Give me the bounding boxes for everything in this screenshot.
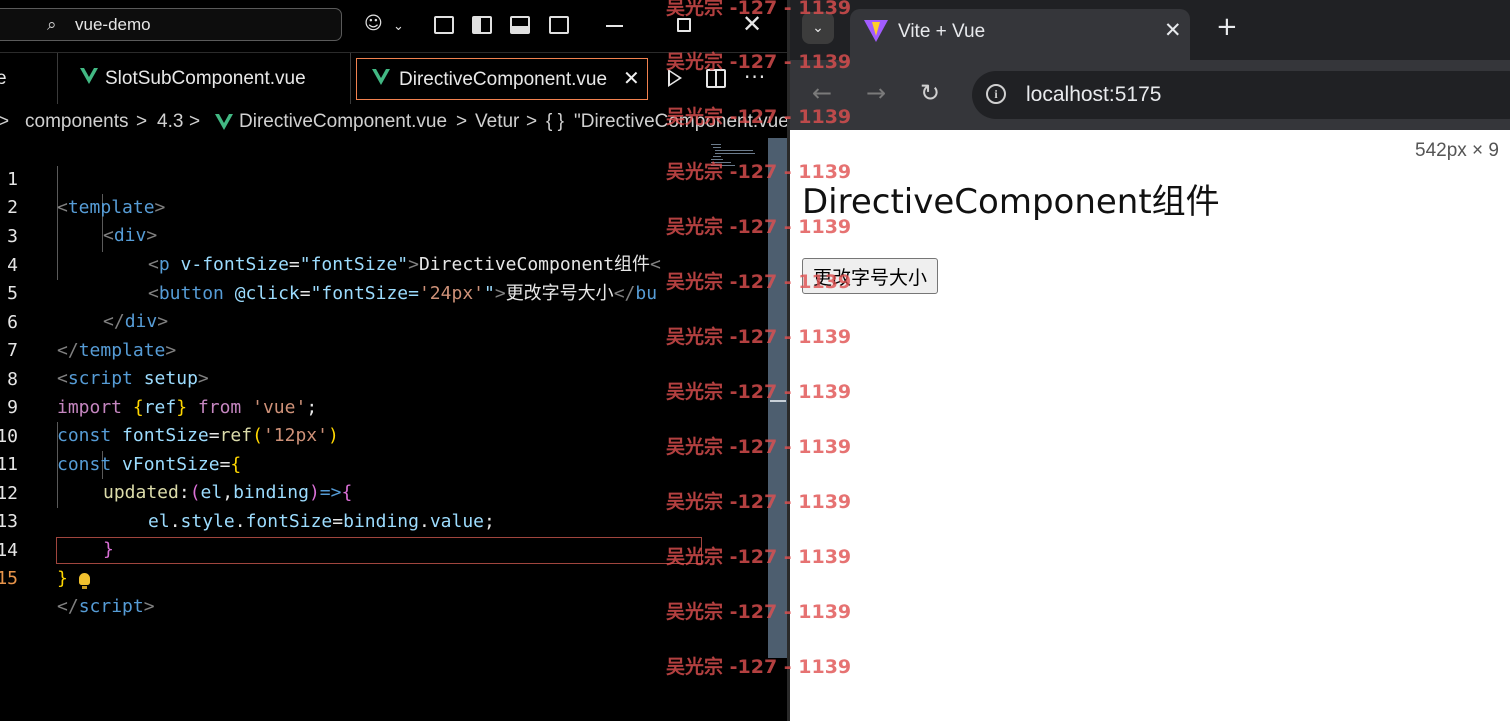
watermark-text: 吴光宗 -127 - 1139 [666, 656, 852, 678]
vite-logo-icon [864, 20, 888, 42]
tab-label: e [0, 68, 7, 89]
chevron-down-icon[interactable]: ⌄ [393, 17, 404, 37]
close-tab-icon[interactable]: ✕ [623, 66, 640, 91]
breadcrumb-separator: > [0, 111, 10, 132]
breadcrumb-item-vetur[interactable]: Vetur [475, 111, 519, 133]
code-line: 4 <button @click="fontSize='24px'">更改字号大… [0, 224, 768, 304]
watermark-text: 吴光宗 -127 - 1139 [666, 436, 852, 458]
code-line: 7 <script setup> [0, 309, 768, 389]
tab-label: DirectiveComponent.vue [399, 69, 608, 90]
tab-directivecomponent[interactable]: DirectiveComponent.vue ✕ [356, 58, 648, 100]
code-editor[interactable]: 1 <template> 2 <div> 3 <p v-fontSize="fo… [0, 138, 768, 721]
watermark-text: 吴光宗 -127 - 1139 [666, 51, 852, 73]
address-bar[interactable]: i localhost:5175 [972, 71, 1510, 119]
code-line: 14 } [0, 509, 768, 589]
customize-layout-icon[interactable] [434, 16, 454, 34]
workspace-name: vue-demo [75, 15, 151, 34]
code-line: 5 </div> [0, 252, 768, 332]
code-line: 6 </template> [0, 281, 768, 361]
browser-toolbar: ← → ↻ i localhost:5175 [790, 60, 1510, 130]
watermark-text: 吴光宗 -127 - 1139 [666, 491, 852, 513]
lightbulb-icon[interactable] [78, 573, 90, 589]
watermark-text: 吴光宗 -127 - 1139 [666, 161, 852, 183]
browser-window: ⌄ Vite + Vue ✕ + ← → ↻ i localhost:5175 … [790, 0, 1510, 721]
watermark-text: 吴光宗 -127 - 1139 [666, 106, 852, 128]
code-line: 1 <template> [0, 138, 768, 218]
watermark-text: 吴光宗 -127 - 1139 [666, 0, 852, 19]
toggle-secondary-sidebar-icon[interactable] [549, 16, 569, 34]
braces-icon: { } [546, 111, 564, 132]
watermark-text: 吴光宗 -127 - 1139 [666, 271, 852, 293]
code-line: 3 <p v-fontSize="fontSize">DirectiveComp… [0, 195, 768, 275]
watermark-text: 吴光宗 -127 - 1139 [666, 326, 852, 348]
toggle-panel-icon[interactable] [510, 16, 530, 34]
tab-separator [350, 53, 351, 104]
breadcrumb-item-components[interactable]: components [25, 111, 129, 133]
code-line: 11 updated:(el,binding)=>{ [0, 423, 768, 503]
page-viewport: 542px × 9 DirectiveComponent组件 更改字号大小 [790, 130, 1510, 721]
code-line: 12 el.style.fontSize=binding.value; [0, 452, 768, 532]
reload-icon[interactable]: ↻ [920, 78, 940, 108]
tab-partial[interactable]: e [0, 53, 57, 104]
page-heading: DirectiveComponent组件 [802, 182, 1220, 222]
watermark-text: 吴光宗 -127 - 1139 [666, 381, 852, 403]
toggle-primary-sidebar-icon[interactable] [472, 16, 492, 34]
line-number: 15 [0, 568, 18, 589]
maximize-icon[interactable] [677, 18, 691, 32]
code-line: 8 import {ref} from 'vue'; [0, 338, 768, 418]
watermark-text: 吴光宗 -127 - 1139 [666, 546, 852, 568]
code-line: 10 const vFontSize={ [0, 395, 768, 475]
watermark-text: 吴光宗 -127 - 1139 [666, 216, 852, 238]
new-tab-icon[interactable]: + [1216, 12, 1238, 42]
browser-tab-title: Vite + Vue [898, 21, 986, 42]
browser-tab-strip: ⌄ Vite + Vue ✕ + [790, 0, 1510, 60]
vue-file-icon [80, 68, 98, 84]
viewport-size-indicator: 542px × 9 [1415, 140, 1499, 161]
browser-tab[interactable]: Vite + Vue ✕ [850, 9, 1190, 60]
vue-file-icon [372, 69, 390, 85]
breadcrumb-separator: > [456, 111, 468, 132]
code-line: 2 <div> [0, 166, 768, 246]
vue-file-icon [215, 114, 233, 130]
watermark-text: 吴光宗 -127 - 1139 [666, 601, 852, 623]
breadcrumb-item-4-3[interactable]: 4.3 [157, 111, 183, 133]
breadcrumb-separator: > [189, 111, 201, 132]
minimize-icon[interactable] [606, 25, 623, 27]
forward-icon[interactable]: → [866, 78, 886, 108]
breadcrumb-separator: > [136, 111, 148, 132]
breadcrumb-separator: > [526, 111, 538, 132]
code-line: 9 const fontSize=ref('12px') [0, 366, 768, 446]
tab-slotsubcomponent[interactable]: SlotSubComponent.vue [58, 53, 350, 104]
code-line: 15 </script> [0, 537, 768, 617]
command-center[interactable]: ⌕ vue-demo [0, 8, 342, 41]
copilot-icon[interactable]: ☺ [364, 14, 383, 34]
search-icon: ⌕ [47, 15, 57, 35]
code-line: 13 } [0, 480, 768, 560]
tab-label: SlotSubComponent.vue [105, 68, 306, 89]
url-text: localhost:5175 [1026, 83, 1162, 106]
site-info-icon[interactable]: i [986, 84, 1006, 104]
breadcrumb-item-file[interactable]: DirectiveComponent.vue [239, 111, 447, 133]
close-tab-icon[interactable]: ✕ [1164, 18, 1182, 42]
